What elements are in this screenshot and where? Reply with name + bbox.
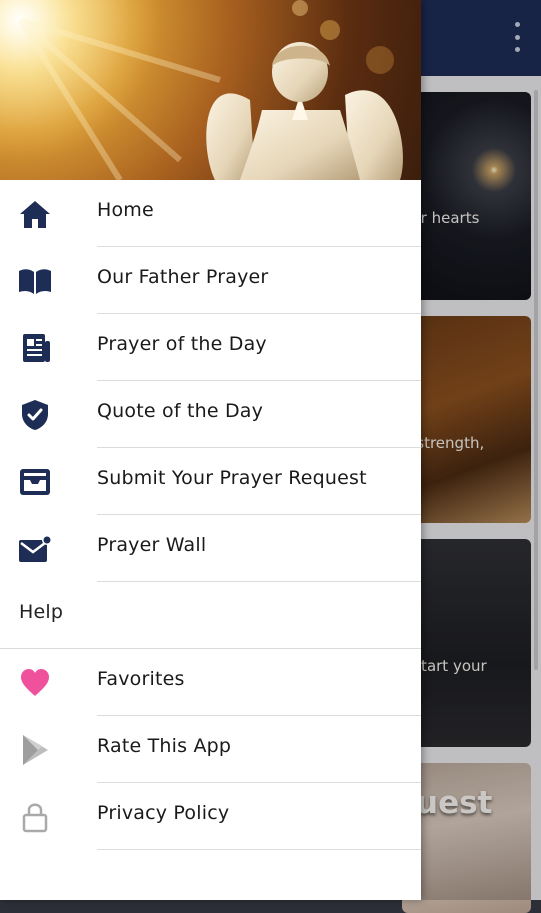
drawer-section-help: Help (0, 582, 421, 649)
drawer-item-rate-this-app[interactable]: Rate This App (0, 716, 421, 783)
drawer-item-our-father-prayer[interactable]: Our Father Prayer (0, 247, 421, 314)
mail-notification-icon (17, 532, 53, 566)
divider (97, 849, 421, 850)
drawer-item-quote-of-the-day[interactable]: Quote of the Day (0, 381, 421, 448)
home-icon (17, 197, 53, 231)
drawer-item-prayer-of-the-day[interactable]: Prayer of the Day (0, 314, 421, 381)
drawer-item-label: Submit Your Prayer Request (97, 467, 367, 489)
drawer-item-prayer-wall[interactable]: Prayer Wall (0, 515, 421, 582)
drawer-item-privacy-policy[interactable]: Privacy Policy (0, 783, 421, 850)
heart-icon (17, 666, 53, 700)
play-store-icon (17, 733, 53, 767)
lock-icon (17, 800, 53, 834)
drawer-item-label: Our Father Prayer (97, 266, 269, 288)
section-header: Help (19, 601, 64, 623)
drawer-item-label: Prayer Wall (97, 534, 207, 556)
drawer-header-image (0, 0, 421, 180)
navigation-drawer: Home Our Father Prayer Prayer of the Day… (0, 0, 421, 900)
drawer-item-favorites[interactable]: Favorites (0, 649, 421, 716)
drawer-item-label: Quote of the Day (97, 400, 264, 422)
drawer-item-label: Favorites (97, 668, 185, 690)
angel-statue-image (0, 0, 421, 180)
shield-check-icon (17, 398, 53, 432)
newspaper-icon (17, 331, 53, 365)
drawer-item-label: Rate This App (97, 735, 232, 757)
drawer-item-home[interactable]: Home (0, 180, 421, 247)
book-icon (17, 264, 53, 298)
inbox-icon (17, 465, 53, 499)
drawer-item-submit-prayer-request[interactable]: Submit Your Prayer Request (0, 448, 421, 515)
drawer-item-label: Privacy Policy (97, 802, 230, 824)
drawer-item-label: Home (97, 199, 154, 221)
drawer-item-label: Prayer of the Day (97, 333, 267, 355)
